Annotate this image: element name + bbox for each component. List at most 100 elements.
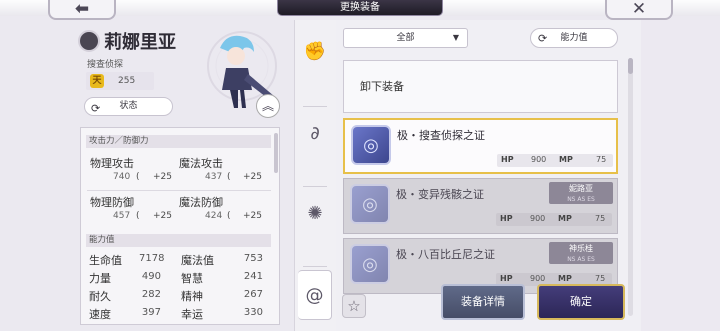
hp-label: HP	[501, 155, 514, 164]
owner-sub: NS AS ES	[567, 196, 595, 203]
list-scrollbar[interactable]	[628, 58, 633, 316]
rank-value: 255	[118, 76, 136, 86]
favorite-button[interactable]: ☆	[342, 294, 366, 318]
close-button[interactable]: ✕	[605, 0, 673, 20]
confirm-button[interactable]: 确定	[537, 284, 625, 320]
section-header-ability: 能力值	[86, 234, 271, 247]
end-stat-label: 耐久	[89, 290, 111, 303]
tab-divider	[303, 186, 327, 187]
hp-value: 900	[530, 274, 546, 283]
spd-stat-label: 速度	[89, 308, 111, 321]
mp-label: MP	[558, 274, 572, 283]
mag-def-value: 424	[205, 211, 223, 221]
section-header-attack: 攻击力／防御力	[86, 135, 271, 148]
filter-dropdown[interactable]: 全部 ▼	[343, 28, 468, 48]
mp-stat-label: 魔法值	[181, 254, 214, 267]
back-button[interactable]: ⬅	[48, 0, 116, 20]
status-button[interactable]: ⟳ 状态	[84, 97, 173, 116]
hp-stat-value: 7178	[139, 253, 165, 264]
category-tab-bar: ✊ ∂ ✺ @	[294, 20, 336, 331]
phys-atk-value: 740	[113, 172, 131, 182]
character-class-icon	[78, 30, 100, 52]
luk-stat-value: 330	[243, 307, 263, 318]
equipment-stats: HP 900 MP 75	[497, 154, 613, 167]
triangle-down-icon: ▼	[452, 33, 459, 42]
refresh-icon: ⟳	[91, 102, 101, 115]
gear-icon: ✺	[307, 202, 323, 224]
close-icon: ✕	[631, 0, 647, 19]
tab-divider	[303, 266, 327, 267]
mag-def-label: 魔法防御	[179, 196, 223, 209]
mag-atk-label: 魔法攻击	[179, 157, 223, 170]
divider	[87, 190, 271, 191]
equipment-card[interactable]: ◎ 极・变异残骸之证 妮路亚 NS AS ES HP 900 MP 75	[343, 178, 618, 234]
phys-def-bonus: +25	[153, 211, 172, 221]
stats-scrollbar[interactable]	[274, 133, 278, 173]
list-scrollbar-thumb[interactable]	[628, 58, 633, 74]
owner-sub: NS AS ES	[567, 256, 595, 263]
equipment-name: 极・搜查侦探之证	[397, 129, 485, 142]
sort-button-label: 能力值	[560, 33, 588, 43]
owner-name: 神乐桂	[569, 244, 593, 253]
star-icon: ☆	[347, 297, 361, 315]
collapse-button[interactable]: ︽	[256, 94, 280, 118]
spd-stat-value: 397	[141, 307, 161, 318]
mp-label: MP	[558, 214, 572, 223]
back-arrow-icon: ⬅	[74, 0, 90, 19]
emblem-gem-icon: ◎	[350, 244, 390, 284]
spiral-icon: @	[305, 284, 324, 306]
mp-value: 75	[595, 214, 606, 223]
phys-def-paren: (	[136, 211, 140, 221]
mp-value: 75	[595, 274, 606, 283]
phys-atk-paren: (	[136, 172, 140, 182]
phys-atk-bonus: +25	[153, 172, 172, 182]
page-title: 更换装备	[277, 0, 443, 16]
stats-panel: 攻击力／防御力 物理攻击 740 ( +25 魔法攻击 437 ( +25 物理…	[80, 127, 280, 325]
int-stat-label: 智慧	[181, 272, 203, 285]
tab-armor[interactable]: ∂	[298, 108, 332, 158]
refresh-icon: ⟳	[538, 32, 548, 45]
tab-weapon[interactable]: ✊	[298, 26, 332, 76]
mp-label: MP	[559, 155, 573, 164]
spi-stat-value: 267	[243, 289, 263, 300]
equipment-card[interactable]: ◎ 极・搜查侦探之证 HP 900 MP 75	[343, 118, 618, 174]
emblem-gem-icon: ◎	[350, 184, 390, 224]
unequip-button[interactable]: 卸下装备	[343, 60, 618, 113]
equipment-name: 极・变异残骸之证	[396, 188, 484, 201]
mag-def-paren: (	[227, 211, 231, 221]
hp-stat-label: 生命值	[89, 254, 122, 267]
phys-def-value: 457	[113, 211, 131, 221]
phys-def-label: 物理防御	[90, 196, 134, 209]
hp-value: 900	[530, 214, 546, 223]
emblem-gem-icon: ◎	[351, 125, 391, 165]
str-stat-label: 力量	[89, 272, 111, 285]
right-margin	[641, 20, 720, 331]
mag-atk-value: 437	[205, 172, 223, 182]
luk-stat-label: 幸运	[181, 308, 203, 321]
phys-atk-label: 物理攻击	[90, 157, 134, 170]
tab-emblem[interactable]: @	[298, 270, 332, 320]
end-stat-value: 282	[141, 289, 161, 300]
mag-atk-bonus: +25	[243, 172, 262, 182]
equipment-name: 极・八百比丘尼之证	[396, 248, 495, 261]
chevron-up-icon: ︽	[261, 99, 274, 113]
mag-atk-paren: (	[227, 172, 231, 182]
mp-value: 75	[596, 155, 607, 164]
filter-dropdown-value: 全部	[396, 33, 415, 43]
str-stat-value: 490	[141, 271, 161, 282]
sort-button[interactable]: ⟳ 能力值	[530, 28, 618, 48]
hp-label: HP	[500, 214, 513, 223]
rank-icon: 天	[90, 74, 104, 88]
fist-icon: ✊	[303, 40, 327, 62]
hp-value: 900	[531, 155, 547, 164]
equipped-owner-badge: 神乐桂 NS AS ES	[549, 242, 613, 264]
equipment-stats: HP 900 MP 75	[496, 213, 612, 226]
character-class: 搜查侦探	[87, 60, 124, 70]
equipment-detail-button[interactable]: 装备详情	[441, 284, 525, 320]
hp-label: HP	[500, 274, 513, 283]
equipped-owner-badge: 妮路亚 NS AS ES	[549, 182, 613, 204]
owner-name: 妮路亚	[569, 184, 593, 193]
status-button-label: 状态	[119, 101, 138, 111]
tab-accessory[interactable]: ✺	[298, 188, 332, 238]
mag-def-bonus: +25	[243, 211, 262, 221]
